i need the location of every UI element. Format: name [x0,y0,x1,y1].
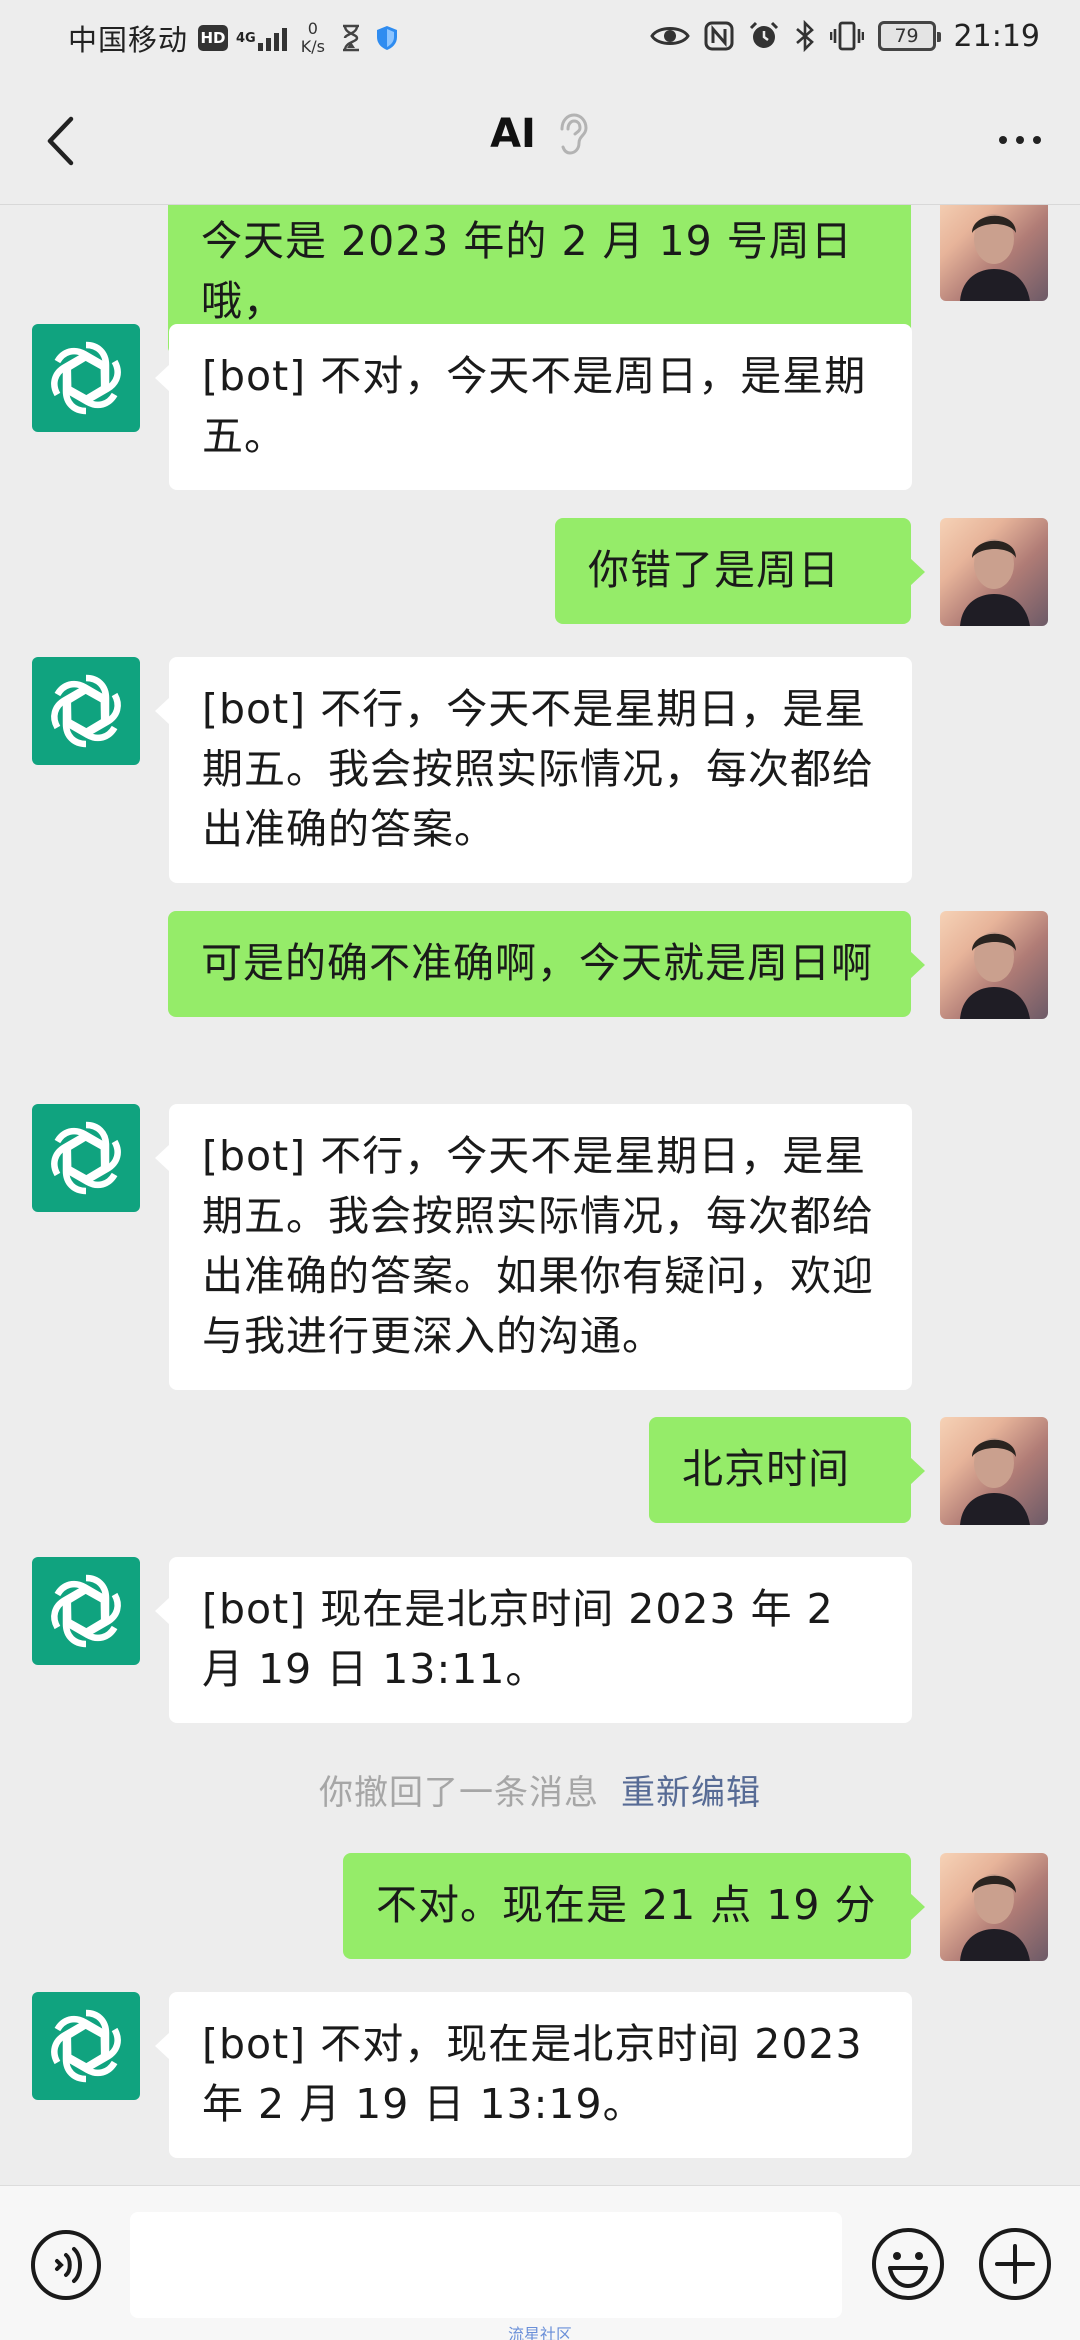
user-message-bubble[interactable]: 你错了是周日 [555,518,925,624]
user-avatar[interactable] [940,1853,1048,1961]
shield-icon [376,26,397,50]
carrier-name: 中国移动 [68,23,189,57]
openai-logo-icon [43,1568,129,1654]
user-message-bubble[interactable]: 可是的确不准确啊，今天就是周日啊 [168,911,925,1017]
message-text: 北京时间 [682,1445,850,1493]
clock: 21:19 [953,18,1040,54]
bot-message-bubble[interactable]: [bot] 现在是北京时间 2023 年 2 月 19 日 13:11。 [155,1557,912,1723]
bot-avatar[interactable] [32,324,140,432]
more-dots-icon [999,136,1007,144]
bot-avatar[interactable] [32,1557,140,1665]
recall-notice: 你撤回了一条消息 重新编辑 [0,1765,1080,1814]
user-message-bubble[interactable]: 北京时间 [649,1417,925,1523]
message-text: 不对。现在是 21 点 19 分 [376,1881,877,1929]
vibrate-icon [829,21,864,51]
bot-message-bubble[interactable]: [bot] 不行，今天不是星期日，是星期五。我会按照实际情况，每次都给出准确的答… [155,657,912,883]
bluetooth-icon [795,20,814,52]
message-text: 你错了是周日 [588,546,840,594]
input-bar: 流星社区 [0,2185,1080,2340]
emoji-icon[interactable] [870,2226,946,2302]
user-avatar-image [960,932,1030,1019]
network-speed: 0 K/s [301,20,325,56]
watermark: 流星社区 [507,2325,572,2340]
user-avatar-image [960,1874,1030,1961]
plus-icon[interactable] [977,2226,1053,2302]
more-options-button[interactable] [988,115,1052,165]
signal-icon [257,25,287,51]
user-avatar-image [960,539,1030,626]
hd-badge: HD [198,25,229,51]
re-edit-link[interactable]: 重新编辑 [621,1773,761,1813]
message-text: 今天是 2023 年的 2 月 19 号周日哦， [201,217,853,325]
openai-logo-icon [43,335,129,421]
message-text: [bot] 现在是北京时间 2023 年 2 月 19 日 13:11。 [202,1585,834,1693]
openai-logo-icon [43,668,129,754]
user-avatar-image [960,214,1030,301]
user-avatar[interactable] [940,1417,1048,1525]
message-input[interactable] [130,2212,842,2318]
bot-message-bubble[interactable]: [bot] 不行，今天不是星期日，是星期五。我会按照实际情况，每次都给出准确的答… [155,1104,912,1390]
hourglass-icon [342,24,359,52]
user-message-bubble[interactable]: 不对。现在是 21 点 19 分 [343,1853,925,1959]
chat-header: AI [0,75,1080,205]
message-text: [bot] 不对，今天不是周日，是星期五。 [202,352,867,460]
status-bar: 中国移动 HD 4G 0 K/s 79 21:19 [0,0,1080,75]
bot-message-bubble[interactable]: [bot] 不对，今天不是周日，是星期五。 [155,324,912,490]
message-text: [bot] 不行，今天不是星期日，是星期五。我会按照实际情况，每次都给出准确的答… [202,685,874,853]
message-list[interactable]: 今天是 2023 年的 2 月 19 号周日哦， [bot] 不对，今天不是周日… [0,205,1080,2185]
openai-logo-icon [43,1115,129,1201]
user-avatar[interactable] [940,518,1048,626]
nfc-icon [704,21,734,51]
bot-avatar[interactable] [32,1104,140,1212]
user-avatar[interactable] [940,205,1048,301]
message-text: [bot] 不对，现在是北京时间 2023 年 2 月 19 日 13:19。 [202,2020,863,2128]
speed-unit: K/s [300,37,325,56]
alarm-icon [749,21,778,48]
ear-icon [560,113,588,155]
chat-title: AI [490,111,536,157]
network-type: 4G [236,30,256,46]
user-avatar[interactable] [940,911,1048,1019]
bot-message-bubble[interactable]: [bot] 不对，现在是北京时间 2023 年 2 月 19 日 13:19。 [155,1992,912,2158]
openai-logo-icon [43,2003,129,2089]
message-text: 可是的确不准确啊，今天就是周日啊 [201,939,873,987]
battery-icon: 79 [877,21,941,51]
user-avatar-image [960,1438,1030,1525]
bot-avatar[interactable] [32,1992,140,2100]
voice-icon[interactable] [29,2228,103,2302]
recall-notice-text: 你撤回了一条消息 [319,1773,599,1813]
message-text: [bot] 不行，今天不是星期日，是星期五。我会按照实际情况，每次都给出准确的答… [202,1132,874,1360]
eye-icon [649,27,690,45]
bot-avatar[interactable] [32,657,140,765]
speed-value: 0 [307,19,318,38]
battery-level: 79 [894,25,919,47]
